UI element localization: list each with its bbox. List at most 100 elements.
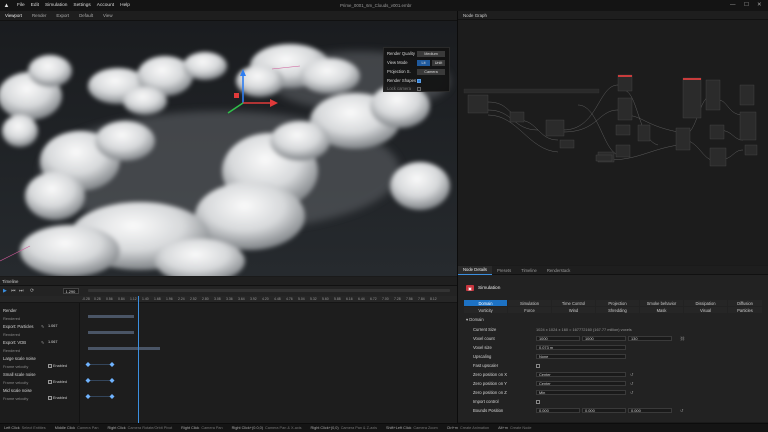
track-small-scale-noise[interactable]: Small scale noise <box>0 370 80 378</box>
ruler-tick: 7.84 <box>418 297 425 301</box>
reset-icon[interactable]: ↺ <box>630 381 633 386</box>
ruler-tick: 1.40 <box>142 297 149 301</box>
ruler-tick: 5.60 <box>322 297 329 301</box>
step-forward-icon[interactable]: ⏭ <box>19 288 24 294</box>
import-control-checkbox[interactable] <box>536 399 540 404</box>
viewport-tab[interactable]: Viewport <box>0 13 27 18</box>
menu-simulation[interactable]: Simulation <box>42 3 70 8</box>
viewport-toolbar: Viewport Render Export Default View <box>0 11 457 21</box>
frame-input[interactable]: 1.290 <box>63 288 79 294</box>
status-hint: Right Click+(0.0,0) Camera Pan & X-axis <box>231 426 302 430</box>
render-quality-select[interactable]: Medium <box>417 51 445 57</box>
3d-viewport[interactable]: Render Quality Medium View Mode Lit Unli… <box>0 21 457 276</box>
enabled-checkbox[interactable] <box>48 380 52 384</box>
reset-icon[interactable]: ↺ <box>630 390 633 395</box>
window-title: Prime_0001_6m_Clouds_v001.embr <box>340 3 412 8</box>
zero-position-z-select[interactable]: Min <box>536 389 626 396</box>
viewport-settings-overlay: Render Quality Medium View Mode Lit Unli… <box>383 47 450 92</box>
voxel-count-x[interactable]: 1000 <box>536 335 580 342</box>
category-shredding[interactable]: Shredding <box>596 307 639 313</box>
fast-upscaler-checkbox[interactable] <box>536 363 540 368</box>
tab-node-details[interactable]: Node Details <box>458 265 492 275</box>
view-mode-lit[interactable]: Lit <box>417 60 430 66</box>
reset-icon[interactable]: ↺ <box>680 408 683 413</box>
close-button[interactable]: ✕ <box>757 2 762 8</box>
upscaling-select[interactable]: None <box>536 353 626 360</box>
track-frame-velocity: Frame velocity Enabled <box>3 395 67 401</box>
tab-renderstack[interactable]: Renderstack <box>542 266 576 275</box>
render-shapes-checkbox[interactable] <box>417 78 421 83</box>
voxel-size-input[interactable]: 0.073 m <box>536 344 626 351</box>
menu-edit[interactable]: Edit <box>28 3 42 8</box>
enabled-checkbox[interactable] <box>48 364 52 368</box>
pencil-icon[interactable]: ✎ <box>41 324 44 329</box>
prop-voxel-size: Voxel size 0.073 m <box>473 344 763 351</box>
track-export-vdb[interactable]: Export: VDB ✎ 1.067 <box>0 338 80 346</box>
tab-timeline[interactable]: Timeline <box>516 266 542 275</box>
ruler-tick: 8.12 <box>430 297 437 301</box>
view-mode-unlit[interactable]: Unlit <box>432 60 445 66</box>
ruler-tick: 2.24 <box>178 297 185 301</box>
status-hint: Left Click Select Entities <box>4 426 46 430</box>
maximize-button[interactable]: ☐ <box>744 2 749 8</box>
status-hint: Middle Click Camera Pan <box>54 426 99 430</box>
menu-account[interactable]: Account <box>94 3 117 8</box>
timeline-controls: ▶ ⏮ ⏭ ⟳ 1.290 <box>0 286 457 296</box>
category-smoke-behavior[interactable]: Smoke behavior <box>640 300 683 306</box>
node-graph-canvas[interactable] <box>458 20 768 265</box>
status-bar: Left Click Select Entities Middle Click Ca… <box>0 423 768 432</box>
track-frame-velocity: Frame velocity Enabled <box>3 363 67 369</box>
status-hint: Right Click Camera Rotate/Orbit Pivot <box>107 426 173 430</box>
step-back-icon[interactable]: ⏮ <box>11 288 16 294</box>
track-large-scale-noise[interactable]: Large scale noise <box>0 354 80 362</box>
ruler-tick: 5.88 <box>334 297 341 301</box>
track-mid-scale-noise[interactable]: Mid scale noise <box>0 386 80 394</box>
category-time-control[interactable]: Time Control <box>552 300 595 306</box>
track-render[interactable]: Render <box>0 306 80 314</box>
category-visual[interactable]: Visual <box>684 307 727 313</box>
play-icon[interactable]: ▶ <box>3 288 7 294</box>
default-camera-select[interactable]: Default <box>74 13 98 18</box>
projection-select[interactable]: Camera <box>417 69 445 75</box>
timeline-tracks[interactable] <box>80 303 457 423</box>
track-export-particles[interactable]: Export: Particles ✎ 1.067 <box>0 322 80 330</box>
menu-help[interactable]: Help <box>117 3 133 8</box>
category-domain[interactable]: Domain <box>464 300 507 306</box>
category-particles[interactable]: Particles <box>728 307 762 313</box>
voxel-count-z[interactable]: 130 <box>628 335 672 342</box>
timeline-scrubber[interactable] <box>88 289 450 292</box>
link-icon[interactable]: ⛓ <box>680 336 685 341</box>
category-wind[interactable]: Wind <box>552 307 595 313</box>
node-graph-wires <box>463 74 758 167</box>
reset-icon[interactable]: ↺ <box>630 372 633 377</box>
export-tab[interactable]: Export <box>51 13 74 18</box>
view-mode-label: View Mode <box>387 60 408 65</box>
bounds-position-x[interactable]: 0.000 <box>536 407 580 414</box>
timeline-ruler[interactable]: -0.28 0.28 0.56 0.84 1.12 1.40 1.68 1.96… <box>0 296 457 303</box>
bounds-position-y[interactable]: 0.000 <box>582 407 626 414</box>
category-simulation[interactable]: Simulation <box>508 300 551 306</box>
render-shapes-label: Render Shapes <box>387 78 417 83</box>
category-dissipation[interactable]: Dissipation <box>684 300 727 306</box>
loop-icon[interactable]: ⟳ <box>30 288 34 294</box>
bounds-position-z[interactable]: 0.000 <box>628 407 672 414</box>
menu-settings[interactable]: Settings <box>70 3 93 8</box>
view-menu[interactable]: View <box>98 13 117 18</box>
zero-position-x-select[interactable]: Center <box>536 371 626 378</box>
timeline-playhead[interactable] <box>138 296 139 426</box>
zero-position-y-select[interactable]: Center <box>536 380 626 387</box>
category-mask[interactable]: Mask <box>640 307 683 313</box>
category-vorticity[interactable]: Vorticity <box>464 307 507 313</box>
voxel-count-y[interactable]: 1000 <box>582 335 626 342</box>
minimize-button[interactable]: — <box>730 2 736 8</box>
render-tab[interactable]: Render <box>27 13 51 18</box>
category-force[interactable]: Force <box>508 307 551 313</box>
category-projection[interactable]: Projection <box>596 300 639 306</box>
pencil-icon[interactable]: ✎ <box>41 340 44 345</box>
section-domain[interactable]: ▾ Domain <box>466 317 484 322</box>
lock-camera-checkbox[interactable] <box>417 86 421 91</box>
enabled-checkbox[interactable] <box>48 396 52 400</box>
category-diffusion[interactable]: Diffusion <box>728 300 762 306</box>
menu-file[interactable]: File <box>14 3 28 8</box>
tab-presets[interactable]: Presets <box>492 266 516 275</box>
